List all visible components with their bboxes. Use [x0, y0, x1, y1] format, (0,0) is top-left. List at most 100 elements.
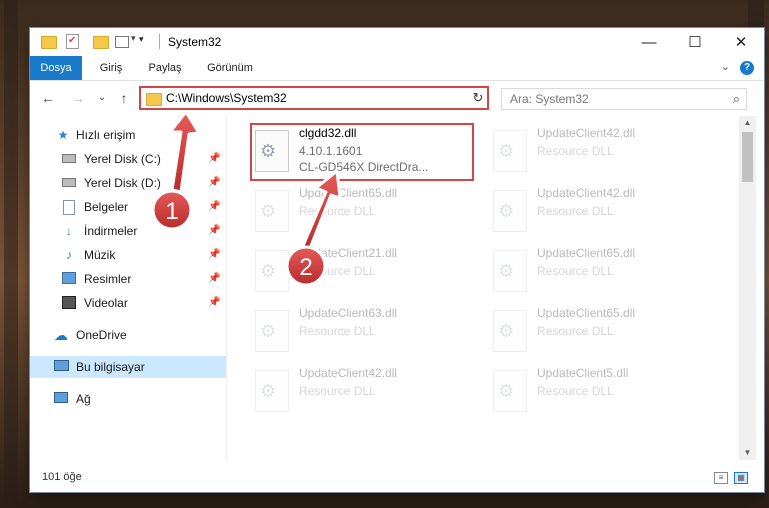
file-description: Resource DLL	[299, 384, 376, 398]
tab-label: Paylaş	[148, 62, 182, 74]
pin-icon: 📌	[208, 225, 221, 236]
sidebar-item-label: Belgeler	[84, 200, 129, 214]
file-item[interactable]: ⚙ UpdateClient42.dll Resource DLL	[249, 364, 474, 420]
file-description: Resource DLL	[299, 264, 376, 278]
file-description: Resource DLL	[537, 144, 614, 158]
address-bar[interactable]: C:\Windows\System32 ⌄	[139, 86, 489, 110]
file-description: Resource DLL	[299, 324, 376, 338]
file-item[interactable]: ⚙ UpdateClient65.dll Resource DLL	[487, 244, 712, 300]
pin-icon: 📌	[208, 201, 221, 212]
file-item[interactable]: ⚙ UpdateClient42.dll Resource DLL	[487, 124, 712, 180]
back-arrow-icon[interactable]: ←	[38, 88, 58, 108]
desktop-tree-trunk	[4, 0, 18, 508]
drive-icon	[62, 152, 76, 166]
new-folder-icon[interactable]	[92, 33, 109, 49]
details-view-icon[interactable]: ≡	[714, 472, 728, 484]
file-name: UpdateClient42.dll	[537, 186, 636, 200]
search-placeholder: Ara: System32	[510, 92, 589, 106]
dll-file-icon: ⚙	[255, 250, 289, 292]
vertical-scrollbar[interactable]: ▲ ▼	[739, 116, 756, 460]
help-icon[interactable]: ?	[740, 61, 754, 75]
close-button[interactable]: ✕	[718, 28, 764, 56]
tab-gorunum[interactable]: Görünüm	[200, 56, 260, 80]
file-name: UpdateClient65.dll	[537, 246, 636, 260]
scroll-down-icon[interactable]: ▼	[739, 446, 756, 460]
tab-giris[interactable]: Giriş	[90, 56, 132, 80]
sidebar-item-onedrive[interactable]: ☁ OneDrive	[30, 324, 226, 346]
sidebar-item-this-pc[interactable]: Bu bilgisayar	[30, 356, 226, 378]
file-description: Resource DLL	[299, 204, 376, 218]
forward-arrow-icon[interactable]: →	[68, 88, 88, 108]
customize-toolbar-icon[interactable]: ▾ ▾	[114, 33, 144, 49]
sidebar-item-music[interactable]: ♪ Müzik 📌	[30, 244, 226, 266]
address-path: C:\Windows\System32	[166, 91, 287, 105]
file-name: UpdateClient5.dll	[537, 366, 629, 380]
cloud-icon: ☁	[54, 327, 68, 343]
sidebar-item-label: Ağ	[76, 392, 91, 406]
file-description: Resource DLL	[537, 204, 614, 218]
sidebar-item-videos[interactable]: Videolar 📌	[30, 292, 226, 314]
star-icon: ★	[57, 128, 69, 142]
refresh-button[interactable]: ↻	[469, 86, 489, 110]
dll-file-icon: ⚙	[493, 370, 527, 412]
sidebar-item-label: Müzik	[84, 248, 116, 262]
window-title: System32	[168, 35, 222, 49]
up-arrow-icon[interactable]: ↑	[114, 88, 134, 108]
minimize-button[interactable]: —	[626, 28, 672, 56]
dll-file-icon: ⚙	[255, 310, 289, 352]
file-item[interactable]: ⚙ UpdateClient21.dll Resource DLL	[249, 244, 474, 300]
file-description: Resource DLL	[537, 324, 614, 338]
file-item[interactable]: ⚙ UpdateClient65.dll Resource DLL	[487, 304, 712, 360]
file-name: UpdateClient63.dll	[299, 306, 398, 320]
ribbon-expand-icon[interactable]: ⌄	[721, 60, 730, 73]
item-count: 101 öğe	[42, 471, 82, 483]
properties-icon[interactable]: ✔	[64, 33, 80, 49]
sidebar-item-quick-access[interactable]: ★ Hızlı erişim	[30, 124, 226, 146]
scrollbar-thumb[interactable]	[742, 132, 753, 182]
sidebar-item-disk-d[interactable]: Yerel Disk (D:) 📌	[30, 172, 226, 194]
file-name: UpdateClient65.dll	[537, 306, 636, 320]
refresh-icon: ↻	[472, 90, 484, 105]
title-bar: ✔ ▾ ▾ System32 — ☐ ✕	[30, 28, 764, 56]
status-bar: 101 öğe ≡ ▦	[30, 464, 764, 492]
document-icon	[62, 200, 76, 215]
dll-file-icon: ⚙	[493, 310, 527, 352]
search-input[interactable]: Ara: System32 ⌕	[501, 88, 747, 110]
download-icon: ↓	[66, 224, 72, 238]
navigation-bar: ← → ⌄ ↑ C:\Windows\System32 ⌄ ↻ Ara: Sys…	[30, 81, 764, 115]
pin-icon: 📌	[208, 249, 221, 260]
dll-file-icon: ⚙	[255, 190, 289, 232]
sidebar-item-label: Videolar	[84, 296, 128, 310]
minimize-icon: —	[641, 33, 657, 51]
file-item[interactable]: ⚙ UpdateClient42.dll Resource DLL	[487, 184, 712, 240]
dll-file-icon: ⚙	[493, 130, 527, 172]
search-icon: ⌕	[732, 91, 740, 106]
sidebar-item-documents[interactable]: Belgeler 📌	[30, 196, 226, 218]
file-description: Resource DLL	[537, 264, 614, 278]
file-item[interactable]: ⚙ UpdateClient5.dll Resource DLL	[487, 364, 712, 420]
pin-icon: 📌	[208, 153, 221, 164]
tab-label: Görünüm	[207, 62, 253, 74]
recent-locations-icon[interactable]: ⌄	[92, 88, 112, 108]
maximize-button[interactable]: ☐	[672, 28, 718, 56]
sidebar-item-pictures[interactable]: Resimler 📌	[30, 268, 226, 290]
sidebar-item-downloads[interactable]: ↓ İndirmeler 📌	[30, 220, 226, 242]
navigation-pane: ★ Hızlı erişim Yerel Disk (C:) 📌 Yerel D…	[30, 116, 226, 460]
file-name: UpdateClient42.dll	[537, 126, 636, 140]
dll-file-icon: ⚙	[493, 190, 527, 232]
pictures-icon	[62, 272, 76, 286]
music-icon: ♪	[66, 248, 72, 262]
dll-file-icon: ⚙	[255, 370, 289, 412]
tab-dosya[interactable]: Dosya	[30, 56, 82, 80]
folder-icon	[40, 33, 57, 49]
file-item[interactable]: ⚙ UpdateClient65.dll Resource DLL	[249, 184, 474, 240]
ribbon-tabs: Dosya Giriş Paylaş Görünüm ⌄ ?	[30, 56, 764, 81]
tab-paylas[interactable]: Paylaş	[142, 56, 188, 80]
file-item[interactable]: ⚙ UpdateClient63.dll Resource DLL	[249, 304, 474, 360]
close-icon: ✕	[734, 34, 748, 51]
tiles-view-icon[interactable]: ▦	[734, 472, 748, 484]
folder-icon	[146, 93, 162, 106]
scroll-up-icon[interactable]: ▲	[739, 116, 756, 130]
sidebar-item-disk-c[interactable]: Yerel Disk (C:) 📌	[30, 148, 226, 170]
sidebar-item-network[interactable]: Ağ	[30, 388, 226, 410]
